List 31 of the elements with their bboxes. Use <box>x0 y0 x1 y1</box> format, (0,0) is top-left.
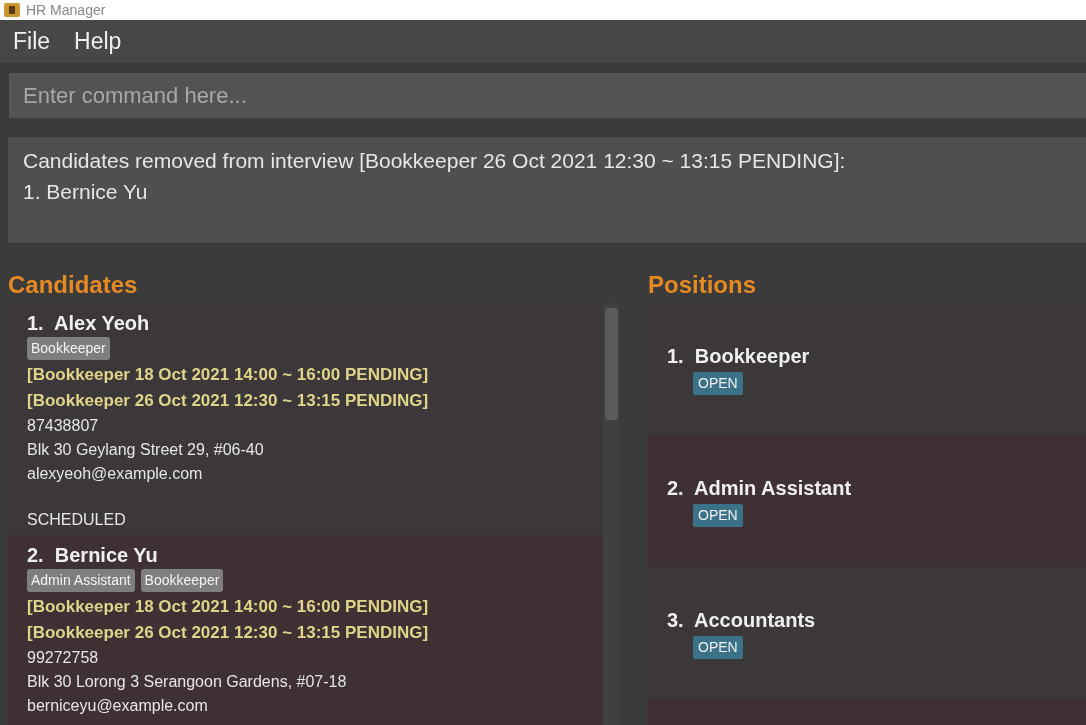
candidate-name: 2. Bernice Yu <box>27 543 159 567</box>
phone-text: 87438807 <box>27 416 100 436</box>
section-heading: Positions <box>648 270 757 300</box>
candidate-name: 1. Alex Yeoh <box>27 311 151 335</box>
position-name: 2. Admin Assistant <box>667 476 853 501</box>
position-name: 3. Accountants <box>667 608 817 633</box>
position-tag: Admin Assistant <box>27 569 135 592</box>
status-tag: OPEN <box>693 372 743 395</box>
status-tag: OPEN <box>693 636 743 659</box>
position-name: 1. Bookkeeper <box>667 344 811 369</box>
interview-text: [Bookkeeper 18 Oct 2021 14:00 ~ 16:00 PENDING] <box>27 596 430 618</box>
status-tag: OPEN <box>693 504 743 527</box>
menu-item[interactable]: Help <box>65 24 131 59</box>
address-text: Blk 30 Geylang Street 29, #06-40 <box>27 440 265 460</box>
email-text: alexyeoh@example.com <box>27 464 204 484</box>
address-text: Blk 30 Lorong 3 Serangoon Gardens, #07-18 <box>27 672 348 692</box>
interview-text: [Bookkeeper 18 Oct 2021 14:00 ~ 16:00 PENDING] <box>27 364 430 386</box>
phone-text: 99272758 <box>27 648 100 668</box>
app-icon <box>4 3 20 17</box>
position-tag: Bookkeeper <box>140 569 224 592</box>
status-text: SCHEDULED <box>27 510 127 530</box>
position-tag: Bookkeeper <box>27 337 110 360</box>
interview-text: [Bookkeeper 26 Oct 2021 12:30 ~ 13:15 PENDING] <box>27 622 430 644</box>
email-text: berniceyu@example.com <box>27 696 209 716</box>
window-title: HR Manager <box>26 1 106 19</box>
interview-text: [Bookkeeper 26 Oct 2021 12:30 ~ 13:15 PENDING] <box>27 390 430 412</box>
scrollbar[interactable] <box>603 303 620 725</box>
menu-item[interactable]: File <box>4 24 60 59</box>
command-field[interactable]: Enter command here... <box>8 72 1086 119</box>
result-panel: Candidates removed from interview [Bookkeeper 26 Oct 2021 12:30 ~ 13:15 PENDING]: 1. Bernice Yu <box>8 137 1086 243</box>
section-heading: Candidates <box>8 270 139 300</box>
